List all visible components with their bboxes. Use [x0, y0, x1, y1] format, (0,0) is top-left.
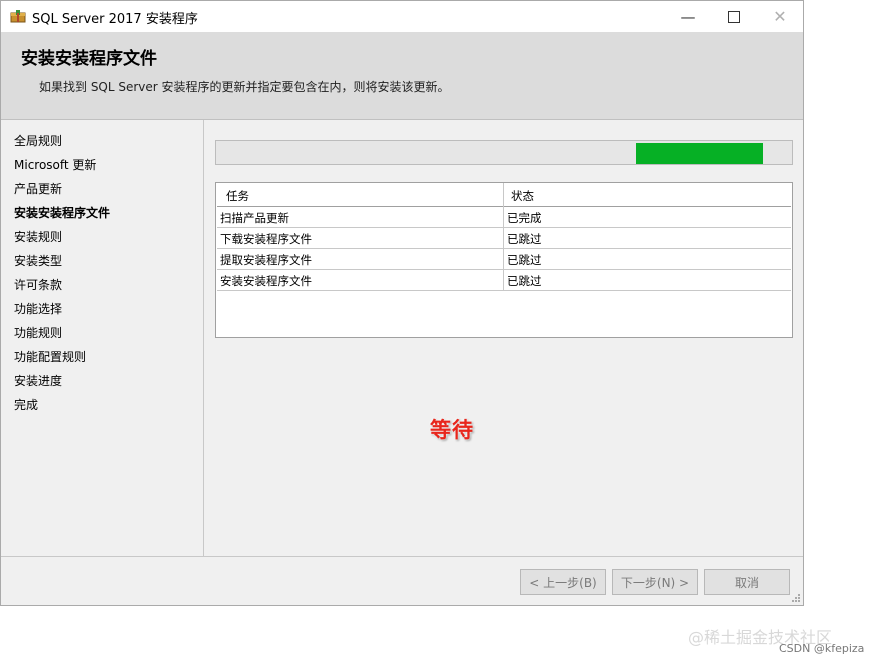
button-bar: < 上一步(B) 下一步(N) > 取消	[1, 556, 803, 605]
task-cell: 扫描产品更新	[220, 211, 289, 225]
cancel-button[interactable]: 取消	[704, 569, 790, 595]
sidebar-item-install-setup-files[interactable]: 安装安装程序文件	[14, 204, 110, 221]
sidebar-item-feature-config-rules[interactable]: 功能配置规则	[14, 348, 86, 365]
column-divider	[503, 228, 504, 249]
sidebar-item-installation-progress[interactable]: 安装进度	[14, 372, 62, 389]
page-header: 安装安装程序文件 如果找到 SQL Server 安装程序的更新并指定要包含在内…	[1, 32, 803, 120]
resize-grip-icon[interactable]	[791, 593, 801, 603]
maximize-icon	[728, 10, 740, 23]
table-header-row: 任务 状态	[217, 183, 791, 207]
status-cell: 已跳过	[507, 232, 542, 246]
watermark-csdn: CSDN @kfepiza	[779, 642, 865, 655]
status-cell: 已跳过	[507, 253, 542, 267]
steps-sidebar: 全局规则 Microsoft 更新 产品更新 安装安装程序文件 安装规则 安装类…	[1, 120, 204, 556]
sidebar-item-feature-selection[interactable]: 功能选择	[14, 300, 62, 317]
sidebar-item-microsoft-update[interactable]: Microsoft 更新	[14, 156, 96, 173]
main-content: 任务 状态 扫描产品更新 已完成 下载安装程序文件 已跳过 提取安装程序文件 已…	[205, 120, 803, 556]
progress-bar-fill	[636, 143, 763, 164]
status-cell: 已跳过	[507, 274, 542, 288]
column-divider[interactable]	[503, 183, 504, 207]
task-cell: 提取安装程序文件	[220, 253, 312, 267]
sidebar-item-product-updates[interactable]: 产品更新	[14, 180, 62, 197]
maximize-button[interactable]	[711, 1, 757, 32]
wait-annotation: 等待	[430, 418, 474, 442]
column-divider	[503, 249, 504, 270]
column-header-status[interactable]: 状态	[511, 188, 534, 204]
task-table: 任务 状态 扫描产品更新 已完成 下载安装程序文件 已跳过 提取安装程序文件 已…	[215, 182, 793, 338]
sidebar-item-complete[interactable]: 完成	[14, 396, 38, 413]
next-button[interactable]: 下一步(N) >	[612, 569, 698, 595]
sidebar-item-global-rules[interactable]: 全局规则	[14, 132, 62, 149]
page-title: 安装安装程序文件	[21, 49, 157, 69]
task-cell: 下载安装程序文件	[220, 232, 312, 246]
minimize-button[interactable]: —	[665, 1, 711, 32]
page-subtitle: 如果找到 SQL Server 安装程序的更新并指定要包含在内，则将安装该更新。	[39, 80, 450, 94]
sidebar-item-installation-type[interactable]: 安装类型	[14, 252, 62, 269]
sql-setup-app-icon	[10, 10, 26, 23]
table-row[interactable]: 下载安装程序文件 已跳过	[217, 228, 791, 249]
sidebar-item-feature-rules[interactable]: 功能规则	[14, 324, 62, 341]
sidebar-item-install-rules[interactable]: 安装规则	[14, 228, 62, 245]
back-button[interactable]: < 上一步(B)	[520, 569, 606, 595]
sidebar-item-license-terms[interactable]: 许可条款	[14, 276, 62, 293]
column-header-task[interactable]: 任务	[226, 188, 249, 204]
table-row[interactable]: 提取安装程序文件 已跳过	[217, 249, 791, 270]
installer-window: SQL Server 2017 安装程序 — ✕ 安装安装程序文件 如果找到 S…	[0, 0, 804, 606]
window-title: SQL Server 2017 安装程序	[32, 12, 198, 27]
status-cell: 已完成	[507, 211, 542, 225]
column-divider	[503, 270, 504, 291]
task-cell: 安装安装程序文件	[220, 274, 312, 288]
table-row[interactable]: 扫描产品更新 已完成	[217, 207, 791, 228]
title-bar: SQL Server 2017 安装程序 — ✕	[1, 1, 803, 32]
progress-bar	[215, 140, 793, 165]
close-button[interactable]: ✕	[757, 1, 803, 32]
column-divider	[503, 207, 504, 228]
table-row[interactable]: 安装安装程序文件 已跳过	[217, 270, 791, 291]
